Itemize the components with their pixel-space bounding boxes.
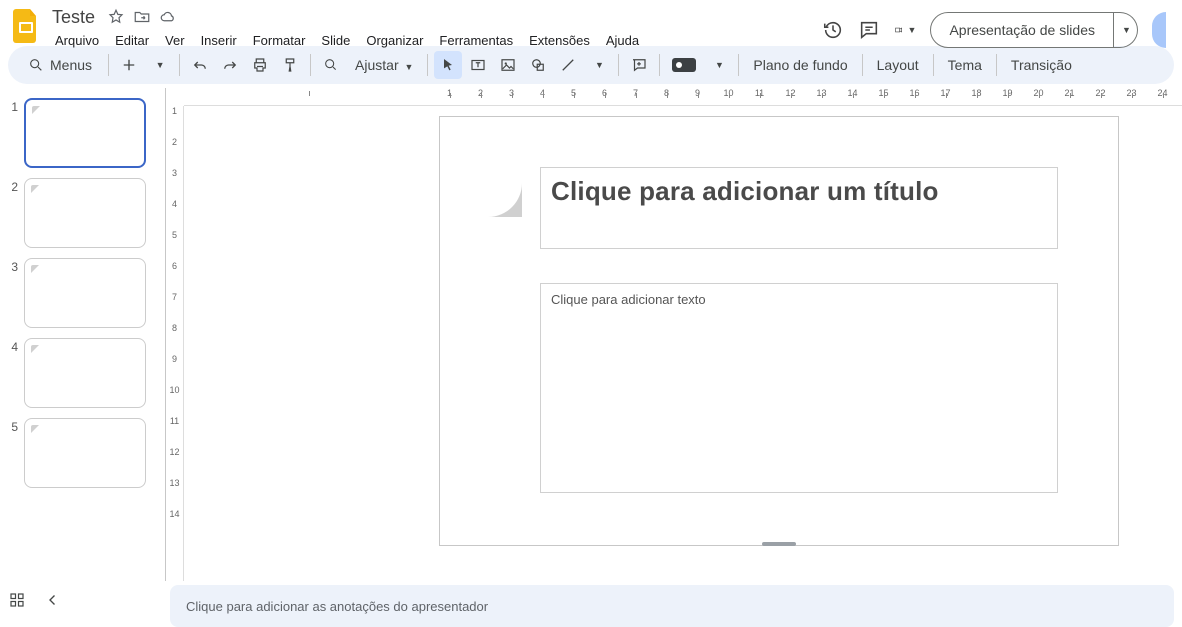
theme-button[interactable]: Tema	[940, 57, 990, 73]
title-placeholder-text: Clique para adicionar um título	[551, 176, 1047, 207]
zoom-dropdown[interactable]: Ajustar ▼	[347, 57, 421, 73]
menu-formatar[interactable]: Formatar	[246, 30, 313, 51]
separator	[933, 54, 934, 76]
doc-title[interactable]: Teste	[48, 7, 99, 28]
slide-thumb-2[interactable]	[24, 178, 146, 248]
collapse-filmstrip-icon[interactable]	[44, 591, 62, 609]
menu-organizar[interactable]: Organizar	[359, 30, 430, 51]
speaker-notes[interactable]: Clique para adicionar as anotações do ap…	[170, 585, 1174, 627]
thumb-number: 3	[4, 258, 18, 274]
layout-button[interactable]: Layout	[869, 57, 927, 73]
line-dropdown[interactable]: ▼	[584, 51, 612, 79]
menu-arquivo[interactable]: Arquivo	[48, 30, 106, 51]
redo-button[interactable]	[216, 51, 244, 79]
new-slide-button[interactable]	[115, 51, 143, 79]
slide-canvas[interactable]: Clique para adicionar um título Clique p…	[184, 106, 1182, 581]
separator	[179, 54, 180, 76]
comment-insert-button[interactable]	[625, 51, 653, 79]
search-menus[interactable]: Menus	[18, 51, 102, 79]
separator	[618, 54, 619, 76]
menu-extensoes[interactable]: Extensões	[522, 30, 597, 51]
doc-area: Teste Arquivo Editar Ver Inserir Formata…	[46, 6, 822, 51]
rec-dropdown[interactable]: ▼	[704, 51, 732, 79]
slide-thumb-1[interactable]	[24, 98, 146, 168]
undo-button[interactable]	[186, 51, 214, 79]
star-icon[interactable]	[107, 8, 125, 26]
body-placeholder-text: Clique para adicionar texto	[551, 292, 1047, 307]
zoom-out-icon[interactable]	[317, 51, 345, 79]
line-tool[interactable]	[554, 51, 582, 79]
header-bar: Teste Arquivo Editar Ver Inserir Formata…	[0, 0, 1182, 46]
zoom-label: Ajustar	[355, 57, 399, 73]
new-slide-dropdown[interactable]: ▼	[145, 51, 173, 79]
slide-thumbnails: 1 2 3 4 5	[0, 88, 165, 581]
search-menus-label: Menus	[50, 57, 92, 73]
slide[interactable]: Clique para adicionar um título Clique p…	[439, 116, 1119, 546]
separator	[862, 54, 863, 76]
thumb-number: 2	[4, 178, 18, 194]
menu-ver[interactable]: Ver	[158, 30, 192, 51]
bottom-left-controls	[8, 591, 62, 609]
menubar: Arquivo Editar Ver Inserir Formatar Slid…	[48, 30, 822, 51]
present-button[interactable]: Apresentação de slides	[930, 12, 1114, 48]
header-right: ▼ Apresentação de slides ▼	[822, 6, 1176, 48]
separator	[108, 54, 109, 76]
separator	[659, 54, 660, 76]
speaker-notes-placeholder: Clique para adicionar as anotações do ap…	[186, 599, 488, 614]
comments-icon[interactable]	[858, 19, 880, 41]
canvas-wrap: 1234567891011121314151617181920212223242…	[165, 88, 1182, 581]
decorative-quarter-circle-icon	[488, 183, 522, 217]
grid-view-icon[interactable]	[8, 591, 26, 609]
menu-inserir[interactable]: Inserir	[194, 30, 244, 51]
shape-tool[interactable]	[524, 51, 552, 79]
ruler-vertical[interactable]: 1234567891011121314	[166, 106, 184, 581]
rec-button[interactable]	[666, 51, 702, 79]
separator	[310, 54, 311, 76]
separator	[427, 54, 428, 76]
background-button[interactable]: Plano de fundo	[745, 57, 855, 73]
paint-format-button[interactable]	[276, 51, 304, 79]
title-placeholder[interactable]: Clique para adicionar um título	[540, 167, 1058, 249]
image-tool[interactable]	[494, 51, 522, 79]
history-icon[interactable]	[822, 19, 844, 41]
body-placeholder[interactable]: Clique para adicionar texto	[540, 283, 1058, 493]
meet-camera-icon[interactable]: ▼	[894, 19, 916, 41]
thumb-number: 5	[4, 418, 18, 434]
notes-resize-handle[interactable]	[762, 542, 796, 546]
main-area: 1 2 3 4 5 123456789101112131415161718192…	[0, 88, 1182, 581]
transition-button[interactable]: Transição	[1003, 57, 1080, 73]
toolbar: Menus ▼ Ajustar ▼ ▼ ▼ Plano de fundo Lay…	[8, 46, 1174, 84]
present-dropdown[interactable]: ▼	[1114, 12, 1138, 48]
account-avatar[interactable]	[1152, 12, 1166, 48]
select-tool[interactable]	[434, 51, 462, 79]
slide-thumb-5[interactable]	[24, 418, 146, 488]
cloud-status-icon[interactable]	[159, 8, 177, 26]
move-folder-icon[interactable]	[133, 8, 151, 26]
separator	[996, 54, 997, 76]
menu-ferramentas[interactable]: Ferramentas	[432, 30, 520, 51]
thumb-number: 4	[4, 338, 18, 354]
slide-thumb-3[interactable]	[24, 258, 146, 328]
separator	[738, 54, 739, 76]
menu-editar[interactable]: Editar	[108, 30, 156, 51]
thumb-number: 1	[4, 98, 18, 114]
slides-logo[interactable]	[6, 6, 46, 46]
slide-thumb-4[interactable]	[24, 338, 146, 408]
textbox-tool[interactable]	[464, 51, 492, 79]
menu-ajuda[interactable]: Ajuda	[599, 30, 646, 51]
print-button[interactable]	[246, 51, 274, 79]
ruler-horizontal[interactable]: 1234567891011121314151617181920212223242…	[184, 88, 1182, 106]
menu-slide[interactable]: Slide	[314, 30, 357, 51]
present-button-group: Apresentação de slides ▼	[930, 12, 1138, 48]
